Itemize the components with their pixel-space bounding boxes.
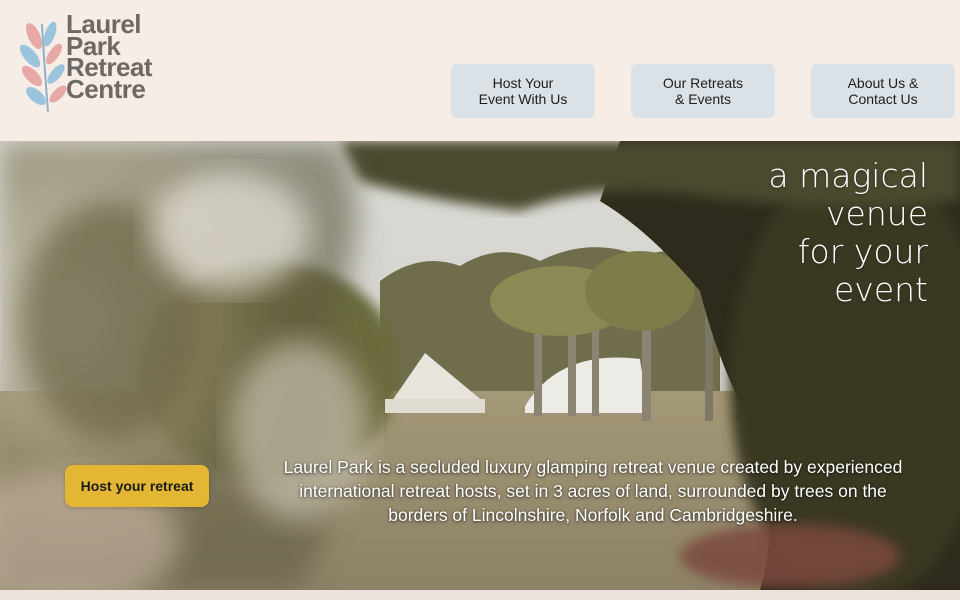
hero-description: Laurel Park is a secluded luxury glampin… [283,457,903,525]
hero-section: a magical venue for your event Host your… [0,141,960,590]
site-header: Laurel Park Retreat Centre Host Your Eve… [0,0,960,141]
tagline-line-4: event [834,270,928,309]
leaf-sprig-icon [19,21,67,113]
hero-tagline: a magical venue for your event [768,157,928,309]
nav-about-line-2: Contact Us [848,91,918,107]
tagline-line-1: a magical [768,156,928,195]
nav-host-line-1: Host Your [492,75,554,91]
nav-host-your-event-button[interactable]: Host Your Event With Us [451,64,595,118]
host-your-retreat-button[interactable]: Host your retreat [65,465,209,507]
nav-about-contact-button[interactable]: About Us & Contact Us [811,64,955,118]
nav-retreats-line-1: Our Retreats [662,75,744,91]
nav-retreats-events-button[interactable]: Our Retreats & Events [631,64,775,118]
nav-retreats-line-2: & Events [674,91,731,107]
logo-wordmark: Laurel Park Retreat Centre [66,11,153,104]
nav-host-line-2: Event With Us [478,91,568,107]
logo-line-4: Centre [66,73,146,104]
section-divider [0,590,960,600]
tagline-line-3: for your [797,232,928,271]
site-logo[interactable]: Laurel Park Retreat Centre [18,11,188,114]
tagline-line-2: venue [826,194,928,233]
nav-about-line-1: About Us & [847,75,919,91]
